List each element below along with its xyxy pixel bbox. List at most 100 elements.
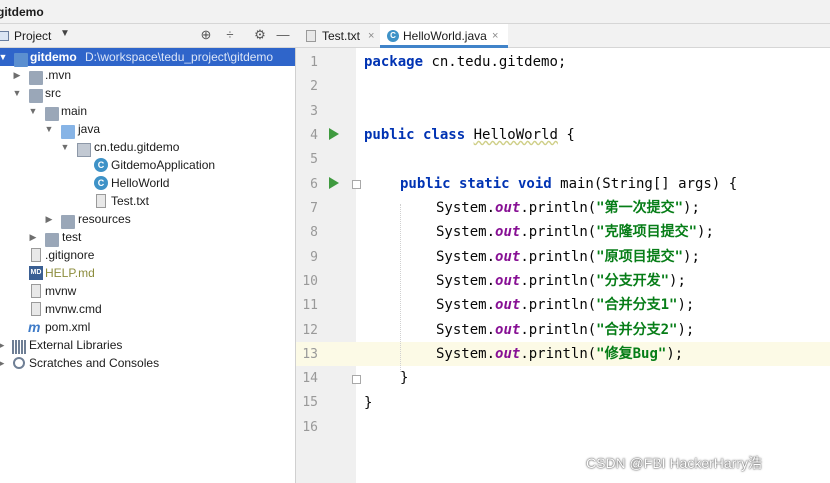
code-line-6: public static void main(String[] args) { (400, 172, 737, 196)
code-text: .println( (520, 200, 597, 216)
chevron-down-icon[interactable]: ▼ (28, 102, 38, 120)
code-line-14: } (400, 366, 408, 390)
chevron-down-icon[interactable]: ▼ (60, 138, 70, 156)
tree-item-mvnw-cmd[interactable]: mvnw.cmd (0, 300, 295, 318)
code-line-15: } (364, 391, 372, 415)
locate-icon[interactable]: ⊕ (198, 27, 214, 43)
code-text: .println( (520, 346, 597, 362)
source-folder-icon (61, 125, 75, 139)
hide-panel-icon[interactable]: — (275, 27, 291, 43)
chevron-down-icon[interactable]: ▼ (60, 28, 70, 39)
code-text: ); (697, 224, 714, 240)
java-class-icon: C (94, 176, 108, 190)
tree-item-label: resources (78, 212, 131, 226)
line-number: 7 (310, 201, 318, 216)
collapse-all-icon[interactable]: ÷ (222, 27, 238, 43)
tree-item-label: pom.xml (45, 320, 91, 334)
tree-item-src[interactable]: ▼ src (0, 84, 295, 103)
chevron-right-icon[interactable]: ▶ (12, 66, 22, 84)
chevron-down-icon[interactable]: ▼ (44, 120, 54, 138)
code-line-10: System.out.println("分支开发"); (436, 269, 686, 293)
field-out: out (495, 224, 521, 240)
module-folder-icon (14, 53, 28, 67)
code-line-7: System.out.println("第一次提交"); (436, 196, 700, 220)
code-text: System. (436, 200, 496, 216)
gear-icon[interactable]: ⚙ (252, 27, 268, 43)
tree-item-scratches[interactable]: ▶ Scratches and Consoles (0, 354, 295, 372)
code-text: { (557, 127, 575, 143)
tree-item-pom-xml[interactable]: m pom.xml (0, 318, 295, 336)
tree-item-gitdemo-root[interactable]: ▼ gitdemo D:\workspace\tedu_project\gitd… (0, 48, 295, 67)
indent-guide (400, 204, 401, 372)
tree-item-test-txt[interactable]: Test.txt (0, 192, 295, 210)
line-number: 13 (302, 347, 318, 362)
chevron-right-icon[interactable]: ▶ (28, 228, 38, 246)
code-line-8: System.out.println("克隆项目提交"); (436, 220, 714, 244)
code-text: ); (677, 297, 695, 313)
tree-item-external-libraries[interactable]: ▶ External Libraries (0, 336, 295, 354)
tree-item-label: cn.tedu.gitdemo (94, 140, 180, 154)
tree-item-label: .gitignore (45, 248, 95, 262)
tree-item-help-md[interactable]: MD HELP.md (0, 264, 295, 282)
chevron-down-icon[interactable]: ▼ (12, 84, 22, 102)
code-line-12: System.out.println("合并分支2"); (436, 318, 694, 342)
code-text: System. (436, 322, 496, 338)
line-number: 2 (310, 79, 318, 94)
string-literal: "修复Bug" (596, 346, 667, 362)
code-text: .println( (520, 322, 597, 338)
code-text: System. (436, 297, 496, 313)
line-number: 11 (302, 298, 318, 313)
tab-test-txt[interactable]: Test.txt × (300, 24, 378, 48)
tree-item-label: .mvn (45, 68, 72, 82)
tree-item-mvnw[interactable]: mvnw (0, 282, 295, 300)
line-number: 12 (302, 323, 318, 338)
chevron-right-icon[interactable]: ▶ (0, 354, 6, 372)
code-editor[interactable]: 1 2 3 4 5 6 7 8 9 10 11 12 13 14 15 16 p… (296, 48, 830, 483)
tree-item-java[interactable]: ▼ java (0, 120, 295, 139)
gitignore-file-icon (31, 248, 41, 262)
chevron-right-icon[interactable]: ▶ (0, 336, 6, 354)
fold-marker-icon[interactable] (352, 180, 361, 189)
run-main-icon[interactable] (329, 177, 339, 189)
tab-helloworld-java[interactable]: C HelloWorld.java × (380, 24, 508, 48)
close-icon[interactable]: × (368, 24, 374, 48)
java-class-icon: C (387, 30, 399, 42)
editor-tabs: Test.txt × C HelloWorld.java × (296, 24, 830, 48)
tree-item-package[interactable]: ▼ cn.tedu.gitdemo (0, 138, 295, 157)
string-literal: "原项目提交" (596, 249, 684, 265)
tree-item-gitignore[interactable]: .gitignore (0, 246, 295, 264)
tree-item-label: main (61, 104, 88, 118)
code-text: System. (436, 249, 496, 265)
code-text: ); (683, 249, 700, 265)
code-line-1: package cn.tedu.gitdemo; (364, 50, 566, 74)
code-line-4: public class HelloWorld { (364, 123, 575, 147)
project-panel-header: Project ▼ ⊕ ÷ ⚙ — (0, 24, 296, 48)
chevron-down-icon[interactable]: ▼ (0, 48, 8, 66)
maven-icon: m (28, 319, 41, 335)
line-number: 1 (310, 55, 318, 70)
tree-item-test[interactable]: ▶ test (0, 228, 295, 247)
code-text: .println( (520, 273, 597, 289)
code-text: .println( (520, 224, 597, 240)
fold-marker-icon[interactable] (352, 375, 361, 384)
code-text: } (400, 370, 409, 386)
tree-item-label: mvnw (45, 284, 77, 298)
tree-item-helloworld[interactable]: C HelloWorld (0, 174, 295, 192)
code-text: main(String[] args) { (551, 176, 738, 192)
tree-item-label: test (62, 230, 82, 244)
markdown-file-icon: MD (29, 266, 43, 280)
code-text: ); (669, 273, 686, 289)
tree-item-gitdemo-application[interactable]: C GitdemoApplication (0, 156, 295, 174)
field-out: out (495, 346, 521, 362)
tree-item-label: Scratches and Consoles (29, 356, 160, 370)
tree-item-mvn[interactable]: ▶ .mvn (0, 66, 295, 85)
tree-item-resources[interactable]: ▶ resources (0, 210, 295, 229)
close-icon[interactable]: × (492, 24, 498, 48)
chevron-right-icon[interactable]: ▶ (44, 210, 54, 228)
field-out: out (495, 200, 521, 216)
class-name: HelloWorld (473, 127, 558, 143)
tree-item-main[interactable]: ▼ main (0, 102, 295, 121)
keyword: package (364, 54, 424, 70)
project-panel-title[interactable]: Project (14, 29, 51, 43)
run-class-icon[interactable] (329, 128, 339, 140)
